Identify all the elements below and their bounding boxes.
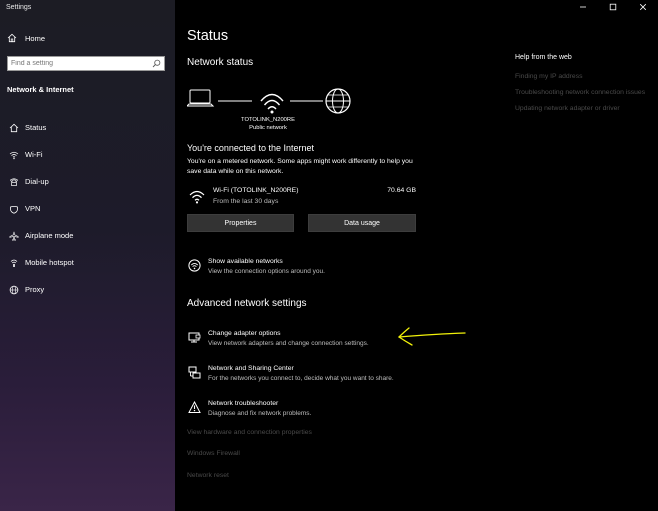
- hotspot-icon: [10, 259, 18, 267]
- search-icon[interactable]: [152, 59, 161, 68]
- airplane-icon: [9, 231, 19, 241]
- home-label: Home: [25, 33, 46, 43]
- sidebar: Settings Home Network & Internet Status: [0, 0, 175, 511]
- sidebar-item-proxy[interactable]: Proxy: [0, 276, 175, 303]
- sidebar-item-dialup[interactable]: Dial-up: [0, 168, 175, 195]
- troubleshooter-title: Network troubleshooter: [208, 400, 279, 407]
- help-heading: Help from the web: [515, 54, 572, 61]
- sharing-center-desc: For the networks you connect to, decide …: [208, 375, 394, 382]
- sidebar-item-label: Status: [25, 123, 47, 132]
- connection-name: Wi-Fi (TOTOLINK_N200RE): [213, 187, 299, 194]
- adapter-options-title: Change adapter options: [208, 330, 281, 337]
- wifi-icon: [9, 151, 19, 159]
- phone-icon: [10, 177, 18, 186]
- network-name-label: TOTOLINK_N200RE Public network: [233, 116, 303, 132]
- data-usage-amount: 70.64 GB: [387, 187, 416, 194]
- connected-heading: You're connected to the Internet: [187, 143, 314, 153]
- globe-icon: [9, 285, 19, 294]
- windows-firewall-link[interactable]: Windows Firewall: [187, 450, 240, 457]
- properties-button[interactable]: Properties: [187, 214, 294, 232]
- internet-globe-icon: [325, 88, 351, 114]
- home-icon: [7, 33, 17, 43]
- troubleshooter-desc: Diagnose and fix network problems.: [208, 410, 312, 417]
- sidebar-item-airplane[interactable]: Airplane mode: [0, 222, 175, 249]
- sidebar-item-label: Wi-Fi: [25, 150, 43, 159]
- sidebar-item-hotspot[interactable]: Mobile hotspot: [0, 249, 175, 276]
- wifi-router-icon: [260, 93, 284, 114]
- sidebar-item-label: Airplane mode: [25, 231, 74, 240]
- connection-row: Wi-Fi (TOTOLINK_N200RE) From the last 30…: [187, 186, 416, 208]
- sidebar-item-label: Dial-up: [25, 177, 49, 186]
- home-icon: [9, 123, 19, 132]
- adapter-icon: [188, 332, 201, 343]
- window-title: Settings: [6, 4, 32, 11]
- show-networks-desc: View the connection options around you.: [208, 268, 325, 275]
- annotation-arrow-icon: [397, 327, 466, 346]
- wifi-icon: [189, 190, 205, 204]
- vpn-icon: [10, 205, 18, 214]
- network-status-heading: Network status: [187, 57, 254, 68]
- sidebar-item-status[interactable]: Status: [0, 114, 175, 141]
- advanced-settings-heading: Advanced network settings: [187, 298, 307, 309]
- sidebar-item-wifi[interactable]: Wi-Fi: [0, 141, 175, 168]
- help-link[interactable]: Updating network adapter or driver: [515, 104, 655, 114]
- warning-icon: [188, 401, 201, 413]
- home-nav[interactable]: Home: [7, 31, 45, 45]
- sidebar-item-label: Mobile hotspot: [25, 258, 74, 267]
- show-networks-link[interactable]: Show available networks View the connect…: [187, 258, 487, 280]
- data-usage-button[interactable]: Data usage: [308, 214, 416, 232]
- sidebar-nav: Status Wi-Fi Dial-up VPN Airplane mode M…: [0, 114, 175, 303]
- network-type: Public network: [249, 125, 287, 131]
- network-troubleshooter-link[interactable]: Network troubleshooter Diagnose and fix …: [187, 400, 487, 422]
- show-networks-title: Show available networks: [208, 258, 283, 265]
- globe-icon: [188, 259, 201, 272]
- sidebar-section-title: Network & Internet: [7, 85, 74, 94]
- network-name: TOTOLINK_N200RE: [241, 117, 295, 123]
- main-content: Status Network status TOTOLINK_N200RE Pu…: [175, 0, 658, 511]
- sharing-center-link[interactable]: Network and Sharing Center For the netwo…: [187, 365, 487, 387]
- connected-description: You're on a metered network. Some apps m…: [187, 158, 413, 175]
- page-title: Status: [187, 28, 229, 44]
- help-link[interactable]: Troubleshooting network connection issue…: [515, 88, 655, 98]
- hardware-properties-link[interactable]: View hardware and connection properties: [187, 429, 312, 436]
- sidebar-item-vpn[interactable]: VPN: [0, 195, 175, 222]
- laptop-icon: [187, 89, 215, 107]
- sharing-icon: [188, 366, 201, 379]
- sharing-center-title: Network and Sharing Center: [208, 365, 294, 372]
- search-input[interactable]: [8, 57, 146, 70]
- sidebar-item-label: Proxy: [25, 285, 45, 294]
- network-diagram: [187, 88, 351, 114]
- adapter-options-desc: View network adapters and change connect…: [208, 340, 369, 347]
- search-box[interactable]: [7, 56, 165, 71]
- help-link[interactable]: Finding my IP address: [515, 72, 655, 82]
- connection-period: From the last 30 days: [213, 198, 279, 205]
- sidebar-item-label: VPN: [25, 204, 41, 213]
- help-panel: Help from the web Finding my IP address …: [515, 54, 655, 120]
- network-reset-link[interactable]: Network reset: [187, 472, 229, 479]
